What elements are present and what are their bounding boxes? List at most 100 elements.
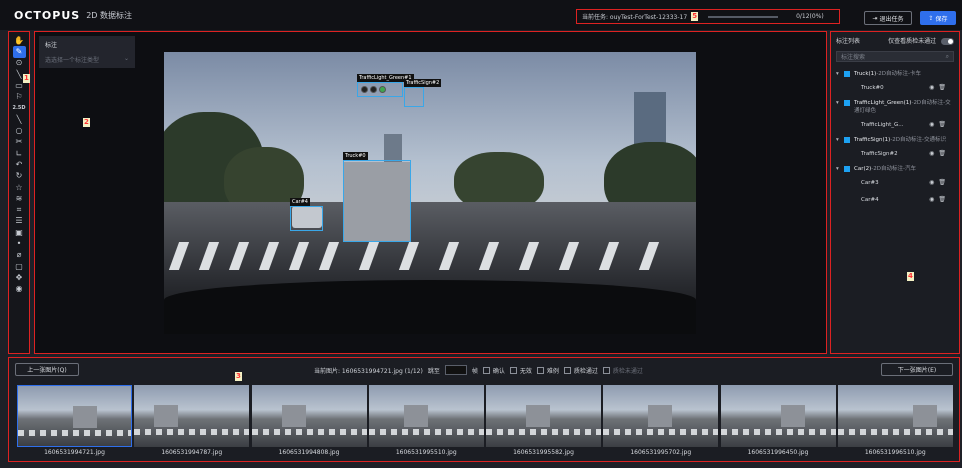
exit-task-button[interactable]: ⇥ 退出任务 — [864, 11, 912, 25]
point-icon[interactable]: ⊙ — [13, 58, 26, 69]
star-icon[interactable]: ☆ — [13, 182, 26, 193]
checkbox-box — [509, 366, 517, 374]
next-image-button[interactable]: 下一张图片(E) — [881, 363, 953, 376]
invalid-checkbox[interactable]: 无效 — [509, 366, 532, 375]
thumbnail-image — [720, 385, 836, 447]
annotation-group: ▾ TrafficLight_Green(1)-2D自动标注-交通灯绿色 Tra… — [836, 99, 954, 128]
color-swatch — [844, 166, 850, 172]
group-header[interactable]: ▾ Truck(1)-2D自动标注-卡车 — [836, 70, 954, 78]
image-status-row: 当前图片: 1606531994721.jpg (1/12) 跳至 帧 确认 无… — [314, 365, 643, 375]
caret-down-icon: ▾ — [836, 71, 839, 77]
checkbox-label: 无效 — [519, 367, 532, 375]
thumbnail-filename: 1606531995702.jpg — [630, 449, 692, 456]
group-header[interactable]: ▾ TrafficLight_Green(1)-2D自动标注-交通灯绿色 — [836, 99, 954, 115]
rotate-icon[interactable]: ↻ — [13, 171, 26, 182]
layers-icon[interactable]: ≋ — [13, 193, 26, 204]
thumbnail[interactable]: 1606531995510.jpg — [368, 385, 485, 459]
current-task-label: 当前任务: ouyTest-ForTest-12333-17 — [582, 14, 688, 21]
annotation-search-input[interactable]: 标注搜索 ⌕ — [836, 51, 954, 62]
label-type-panel: 标注 选选择一个标注类型 ⌄ — [39, 36, 135, 68]
thumbnail-filename: 1606531994787.jpg — [161, 449, 223, 456]
confirm-checkbox[interactable]: 确认 — [482, 366, 505, 375]
annotation-item[interactable]: Truck#0 ◉ 🗑 — [836, 78, 954, 91]
trash-icon[interactable]: 🗑 — [938, 196, 946, 203]
bbox-label: TrafficSign#2 — [404, 79, 442, 87]
trash-icon[interactable]: 🗑 — [938, 84, 946, 91]
trash-icon[interactable]: 🗑 — [938, 179, 946, 186]
eye-icon[interactable]: ◉ — [929, 179, 934, 186]
eye-icon[interactable]: ◉ — [929, 196, 934, 203]
flag-icon[interactable]: ⚐ — [13, 91, 26, 102]
edit-icon[interactable]: ✎ — [12, 46, 26, 58]
annotation-item[interactable]: TrafficLight_G... ◉ 🗑 — [836, 115, 954, 128]
qa-pass-checkbox[interactable]: 质检通过 — [563, 366, 598, 375]
annotation-group: ▾ TrafficSign(1)-2D自动标注-交通标识 TrafficSign… — [836, 136, 954, 157]
current-image-label: 当前图片: 1606531994721.jpg (1/12) — [314, 367, 423, 375]
thumbnail[interactable]: 1606531994787.jpg — [133, 385, 250, 459]
caret-down-icon: ▾ — [836, 100, 839, 106]
thumbnail[interactable]: 1606531996510.jpg — [837, 385, 954, 459]
eye-icon[interactable]: ◉ — [13, 284, 26, 295]
checkbox-box — [536, 366, 544, 374]
annotation-item[interactable]: Car#4 ◉ 🗑 — [836, 186, 954, 203]
thumbnail[interactable]: 1606531995702.jpg — [602, 385, 719, 459]
thumbnail[interactable]: 1606531996450.jpg — [720, 385, 837, 459]
group-title: TrafficSign(1) — [854, 137, 891, 143]
trash-icon[interactable]: 🗑 — [938, 150, 946, 157]
label-type-select[interactable]: 选选择一个标注类型 ⌄ — [45, 55, 129, 64]
truck — [73, 406, 97, 428]
group-header[interactable]: ▾ TrafficSign(1)-2D自动标注-交通标识 — [836, 136, 954, 144]
screen-icon[interactable]: ▢ — [13, 261, 26, 272]
group-subtitle: -2D自动标注-卡车 — [876, 71, 922, 77]
annotation-canvas[interactable]: 标注 选选择一个标注类型 ⌄ 2 Truck#0 Car#4 TrafficLi… — [34, 31, 827, 354]
list-icon[interactable]: ☰ — [13, 216, 26, 227]
undo-icon[interactable]: ↶ — [13, 159, 26, 170]
thumbnail[interactable]: 1606531994808.jpg — [251, 385, 368, 459]
group-header[interactable]: ▾ Car(2)-2D自动标注-汽车 — [836, 165, 954, 173]
hand-icon[interactable]: ✋ — [13, 35, 26, 46]
chevron-down-icon: ⌄ — [123, 55, 129, 62]
scissors-icon[interactable]: ✂ — [13, 137, 26, 148]
app-logo: OCTOPUS — [14, 8, 81, 22]
annotation-item[interactable]: TrafficSign#2 ◉ 🗑 — [836, 144, 954, 157]
thumbnail[interactable]: 1606531994721.jpg — [16, 385, 133, 459]
car-bbox[interactable]: Car#4 — [290, 198, 323, 231]
angle-icon[interactable]: ∟ — [13, 148, 26, 159]
tag-icon[interactable]: ⌀ — [13, 250, 26, 261]
crosswalk — [603, 429, 719, 435]
thumbnail-filename: 1606531995582.jpg — [513, 449, 574, 456]
checkbox-label: 质检通过 — [573, 367, 598, 375]
annotation-item[interactable]: Car#3 ◉ 🗑 — [836, 173, 954, 186]
dot-icon[interactable]: • — [13, 238, 26, 249]
thumbnail-strip: 1606531994721.jpg 1606531994787.jpg 1606… — [16, 385, 954, 459]
task-progress-bar: 当前任务: ouyTest-ForTest-12333-17 5 0/12(0%… — [576, 9, 840, 24]
jump-frame-input[interactable] — [444, 365, 467, 375]
thumbnail[interactable]: 1606531995582.jpg — [485, 385, 602, 459]
move-icon[interactable]: ✥ — [13, 272, 26, 283]
crop-icon[interactable]: ⌗ — [13, 204, 26, 215]
checkbox-box — [482, 366, 490, 374]
street-scene-image[interactable]: Truck#0 Car#4 TrafficLight_Green#1 Traff… — [164, 52, 696, 334]
thumbnail-filename: 1606531996450.jpg — [747, 449, 809, 456]
eye-icon[interactable]: ◉ — [929, 84, 934, 91]
save-button[interactable]: ⇪ 保存 — [920, 11, 956, 25]
trash-icon[interactable]: 🗑 — [938, 121, 946, 128]
truck-bbox[interactable]: Truck#0 — [343, 152, 411, 242]
frame-label: 帧 — [471, 367, 478, 375]
color-swatch — [844, 137, 850, 143]
group-subtitle: -2D自动标注-交通标识 — [890, 137, 947, 143]
hard-case-checkbox[interactable]: 难例 — [536, 366, 559, 375]
eye-icon[interactable]: ◉ — [929, 121, 934, 128]
traffic-sign-bbox[interactable]: TrafficSign#2 — [404, 79, 442, 107]
region-marker: 5 — [691, 12, 699, 21]
line-tool-icon[interactable]: ╲ — [13, 114, 26, 125]
qa-fail-checkbox[interactable]: 质检未通过 — [602, 366, 643, 375]
2-5d-icon[interactable]: 2.5D — [13, 103, 26, 114]
image-icon[interactable]: ▣ — [13, 227, 26, 238]
prev-image-button[interactable]: 上一张图片(Q) — [15, 363, 79, 376]
circle-icon[interactable]: ○ — [13, 125, 26, 136]
app-subtitle: 2D 数据标注 — [86, 10, 132, 20]
eye-icon[interactable]: ◉ — [929, 150, 934, 157]
traffic-light-bbox[interactable]: TrafficLight_Green#1 — [357, 74, 414, 97]
failed-only-toggle[interactable] — [941, 38, 954, 45]
